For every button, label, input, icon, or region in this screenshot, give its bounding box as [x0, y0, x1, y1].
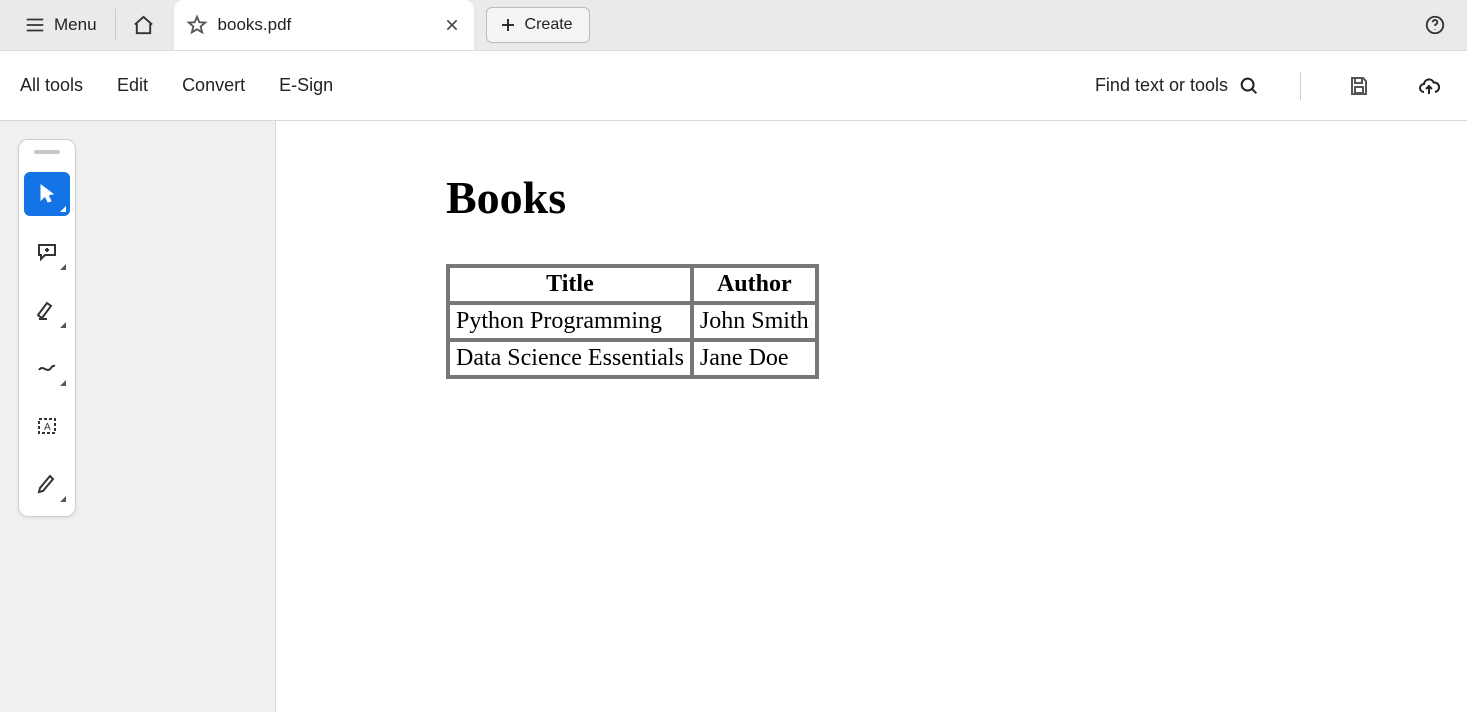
tool-palette: A: [18, 139, 76, 517]
cloud-upload-icon: [1417, 74, 1441, 98]
cell-title: Data Science Essentials: [448, 340, 692, 377]
tab-title: books.pdf: [218, 15, 434, 35]
close-icon[interactable]: [444, 17, 460, 33]
books-table: Title Author Python Programming John Smi…: [446, 264, 819, 379]
help-icon: [1424, 14, 1446, 36]
text-select-icon: A: [35, 414, 59, 438]
table-row: Data Science Essentials Jane Doe: [448, 340, 817, 377]
tool-sign[interactable]: [24, 462, 70, 506]
toolbar: All tools Edit Convert E-Sign Find text …: [0, 51, 1467, 121]
comment-icon: [35, 240, 59, 264]
find-button[interactable]: Find text or tools: [1095, 75, 1260, 97]
divider: [115, 9, 116, 41]
search-icon: [1238, 75, 1260, 97]
draw-icon: [35, 356, 59, 380]
divider: [1300, 72, 1301, 100]
cloud-upload-button[interactable]: [1411, 68, 1447, 104]
cell-author: Jane Doe: [692, 340, 817, 377]
tool-select[interactable]: [24, 172, 70, 216]
cell-title: Python Programming: [448, 303, 692, 340]
save-icon: [1347, 74, 1371, 98]
help-button[interactable]: [1417, 7, 1453, 43]
document-view[interactable]: Books Title Author Python Programming Jo…: [276, 121, 1467, 712]
cursor-icon: [35, 182, 59, 206]
document-heading: Books: [446, 171, 1467, 224]
tool-text-select[interactable]: A: [24, 404, 70, 448]
menu-button[interactable]: Menu: [14, 8, 107, 42]
highlighter-icon: [35, 298, 59, 322]
create-button[interactable]: Create: [486, 7, 590, 43]
hamburger-icon: [24, 14, 46, 36]
svg-text:A: A: [44, 422, 51, 433]
star-icon[interactable]: [186, 14, 208, 36]
tool-draw[interactable]: [24, 346, 70, 390]
plus-icon: [499, 16, 517, 34]
find-label: Find text or tools: [1095, 75, 1228, 96]
titlebar: Menu books.pdf Create: [0, 0, 1467, 51]
document-content: Books Title Author Python Programming Jo…: [446, 171, 1467, 379]
toolbar-convert[interactable]: Convert: [182, 75, 245, 96]
menu-label: Menu: [54, 15, 97, 35]
pen-icon: [35, 472, 59, 496]
tool-comment[interactable]: [24, 230, 70, 274]
col-author: Author: [692, 266, 817, 303]
col-title: Title: [448, 266, 692, 303]
content-area: A Books Title Author: [0, 121, 1467, 712]
home-icon: [132, 14, 155, 37]
toolbar-edit[interactable]: Edit: [117, 75, 148, 96]
cell-author: John Smith: [692, 303, 817, 340]
home-button[interactable]: [124, 5, 164, 45]
save-button[interactable]: [1341, 68, 1377, 104]
left-pane: A: [0, 121, 276, 712]
table-header-row: Title Author: [448, 266, 817, 303]
toolbar-esign[interactable]: E-Sign: [279, 75, 333, 96]
create-label: Create: [525, 16, 573, 34]
table-row: Python Programming John Smith: [448, 303, 817, 340]
document-tab[interactable]: books.pdf: [174, 0, 474, 51]
palette-grip[interactable]: [34, 150, 60, 154]
tool-highlight[interactable]: [24, 288, 70, 332]
toolbar-all-tools[interactable]: All tools: [20, 75, 83, 96]
